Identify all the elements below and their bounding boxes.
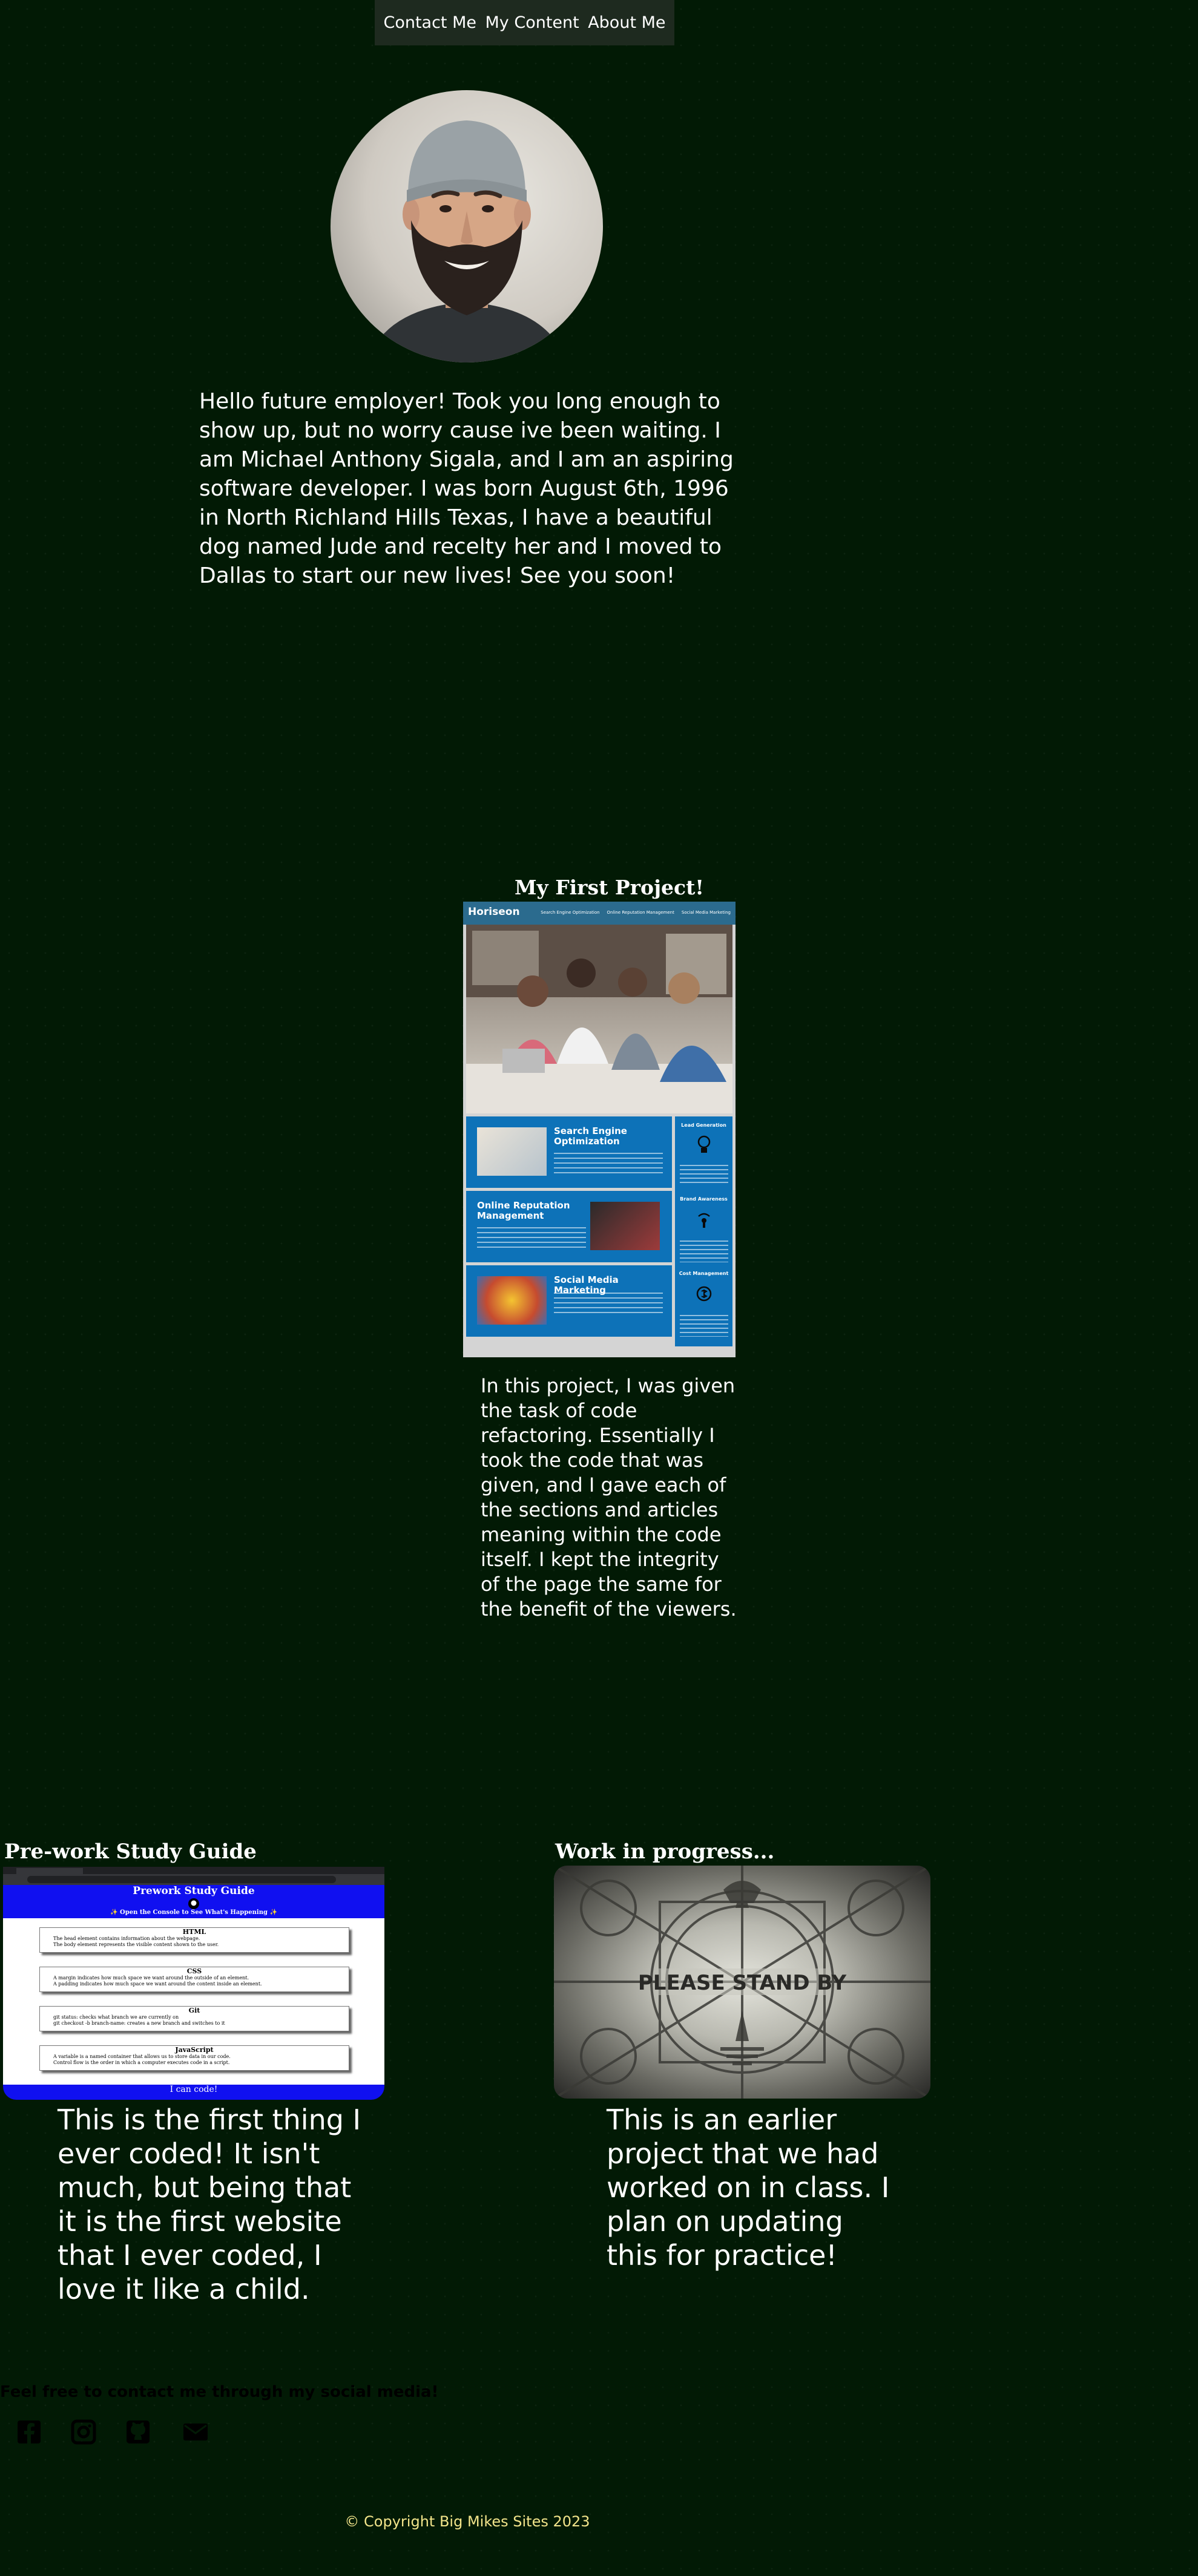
seo-card-body (554, 1153, 663, 1177)
prework-project-description: This is the first thing I ever coded! It… (58, 2103, 361, 2306)
test-pattern-image: PLEASE STAND BY (554, 1866, 930, 2099)
horiseon-nav-item: Online Reputation Management (607, 910, 674, 915)
nav-my-content[interactable]: My Content (485, 13, 579, 32)
horiseon-card-smm: Social Media Marketing (466, 1265, 672, 1337)
prework-section-javascript: JavaScript A variable is a named contain… (39, 2045, 349, 2071)
facebook-icon[interactable] (16, 2419, 42, 2445)
nav-contact-me[interactable]: Contact Me (383, 13, 476, 32)
lightbulb-icon (697, 1135, 711, 1153)
email-icon[interactable] (182, 2419, 208, 2445)
smm-card-body (554, 1293, 663, 1317)
prework-section-css: CSS A margin indicates how much space we… (39, 1967, 349, 1992)
first-project-description: In this project, I was given the task of… (481, 1374, 737, 1621)
github-icon[interactable] (125, 2419, 151, 2445)
money-icon (696, 1286, 712, 1302)
first-project-title: My First Project! (515, 876, 704, 899)
prework-heading: Prework Study Guide (133, 1885, 255, 1897)
nav-about-me[interactable]: About Me (588, 13, 665, 32)
copyright-text: © Copyright Big Mikes Sites 2023 (344, 2513, 590, 2530)
orm-card-title: Online Reputation Management (477, 1200, 570, 1221)
instagram-icon[interactable] (71, 2419, 96, 2445)
first-project-screenshot[interactable]: Horiseon Search Engine Optimization Onli… (463, 902, 736, 1357)
horiseon-card-seo: Search Engine Optimization (466, 1116, 672, 1188)
seo-card-image (477, 1127, 547, 1176)
horiseon-logo: Horiseon (468, 906, 520, 918)
seo-card-title: Search Engine Optimization (554, 1126, 627, 1147)
prework-project-screenshot[interactable]: Prework Study Guide ✨ Open the Console t… (3, 1867, 384, 2100)
prework-section-html: HTML The head element contains informati… (39, 1927, 349, 1953)
sidebar-body (680, 1240, 728, 1262)
horiseon-nav-item: Social Media Marketing (681, 910, 731, 915)
please-stand-by-caption: PLEASE STAND BY (638, 1971, 847, 1995)
prework-section-git: Git git status: checks what branch we ar… (39, 2006, 349, 2031)
prework-footer: I can code! (169, 2085, 218, 2094)
wip-project-description: This is an earlier project that we had w… (607, 2103, 890, 2272)
horiseon-nav-item: Search Engine Optimization (541, 910, 600, 915)
wip-project-title: Work in progress... (555, 1840, 775, 1864)
github-logo-icon (188, 1898, 199, 1909)
sidebar-title: Lead Generation (681, 1122, 726, 1128)
about-me-text: Hello future employer! Took you long eno… (199, 389, 734, 588)
smm-card-image (477, 1276, 547, 1325)
horiseon-card-orm: Online Reputation Management (466, 1191, 672, 1262)
sidebar-title: Brand Awareness (680, 1196, 728, 1202)
profile-photo (331, 90, 603, 362)
horiseon-sidebar: Lead Generation Brand Awareness Cost Man… (675, 1116, 732, 1346)
sidebar-title: Cost Management (679, 1271, 729, 1276)
social-media-prompt: Feel free to contact me through my socia… (0, 2383, 439, 2401)
sidebar-body (680, 1315, 728, 1337)
orm-card-image (590, 1202, 660, 1250)
browser-chrome (3, 1867, 384, 1885)
orm-card-body (477, 1227, 586, 1251)
prework-body: HTML The head element contains informati… (3, 1918, 384, 2085)
browser-tab (16, 1868, 83, 1874)
sidebar-body (680, 1165, 728, 1183)
browser-url-bar (27, 1876, 336, 1883)
profile-illustration (367, 120, 567, 362)
prework-subheading: ✨ Open the Console to See What's Happeni… (110, 1909, 277, 1916)
broadcast-icon (698, 1213, 710, 1228)
horiseon-nav: Search Engine Optimization Online Reputa… (541, 910, 731, 915)
top-nav: Contact Me My Content About Me (375, 0, 674, 45)
horiseon-hero-image (466, 925, 732, 1113)
horiseon-header: Horiseon Search Engine Optimization Onli… (463, 902, 736, 925)
wip-project-screenshot[interactable]: PLEASE STAND BY (554, 1866, 930, 2099)
prework-project-title: Pre-work Study Guide (4, 1840, 257, 1864)
